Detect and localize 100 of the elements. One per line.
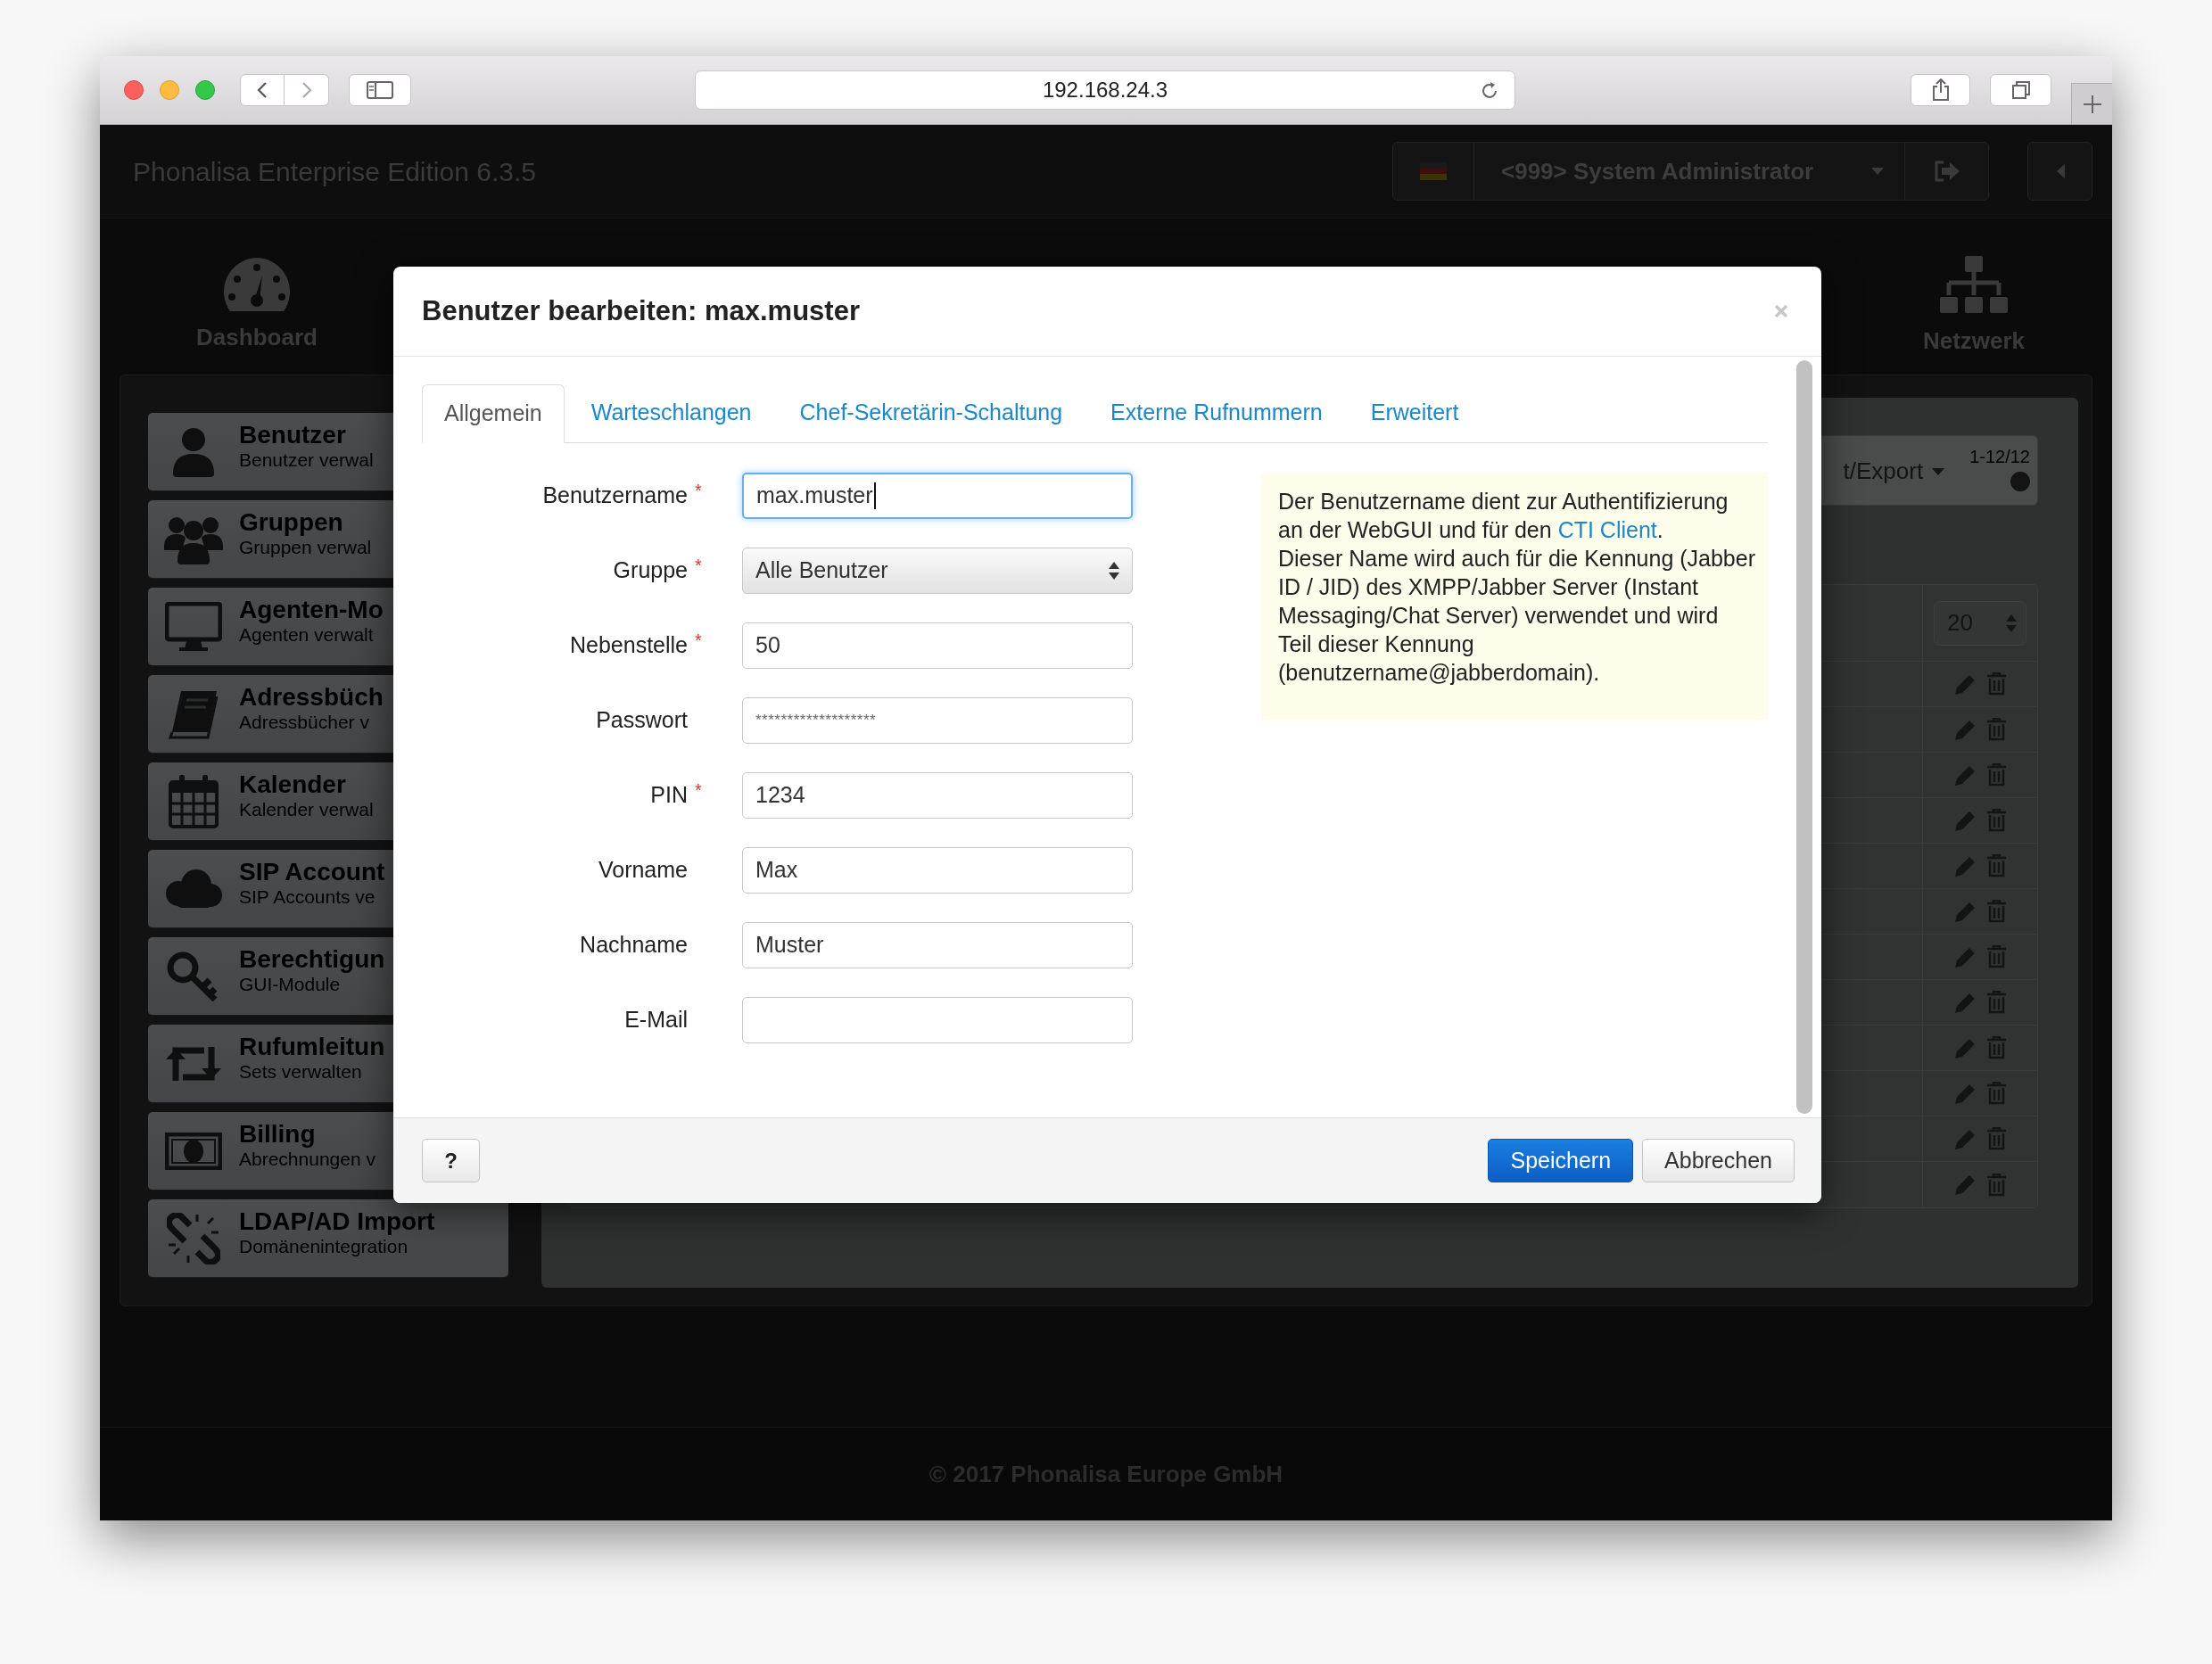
pencil-icon[interactable] xyxy=(1954,900,1977,923)
sidebar-item-subtitle: Sets verwalten xyxy=(239,1060,363,1082)
pencil-icon[interactable] xyxy=(1954,854,1977,877)
trash-icon[interactable] xyxy=(1987,1173,2006,1197)
trash-icon[interactable] xyxy=(1987,763,2006,787)
help-text: Der Benutzername dient zur Authentifizierung an der WebGUI und für den CTI Client. Dieser Name wird auch für die Kennung (Jabber ID / JID) des XMPP/Jabber Server (Instant Messaging/Chat Server) verwendet und wird Teil dieser Kennung (benutzername@jabberdomain). xyxy=(1278,488,1756,687)
minimize-button[interactable] xyxy=(160,80,179,100)
password-field[interactable]: ******************* xyxy=(742,697,1133,744)
collapse-button[interactable] xyxy=(2027,142,2092,201)
tabs-icon xyxy=(2010,80,2031,100)
required-mark: * xyxy=(695,779,703,803)
trash-icon[interactable] xyxy=(1987,854,2006,877)
close-button[interactable] xyxy=(124,80,144,100)
tab[interactable]: Allgemein xyxy=(422,384,565,443)
field-label: Nebenstelle xyxy=(569,631,688,660)
required-mark: * xyxy=(695,480,703,503)
pencil-icon[interactable] xyxy=(1954,672,1977,696)
pencil-icon[interactable] xyxy=(1954,1082,1977,1105)
tabs-button[interactable] xyxy=(1990,74,2051,106)
help-button[interactable]: ? xyxy=(422,1139,480,1182)
trash-icon[interactable] xyxy=(1987,945,2006,968)
cti-client-link[interactable]: CTI Client xyxy=(1557,517,1657,542)
input-field[interactable]: Muster xyxy=(742,922,1133,968)
pencil-icon[interactable] xyxy=(1954,718,1977,741)
updown-icon xyxy=(2006,613,2017,633)
trash-icon[interactable] xyxy=(1987,900,2006,923)
sidebar-item-subtitle: Agenten verwalt xyxy=(239,623,375,645)
sidebar-item-subtitle: Abrechnungen v xyxy=(239,1148,376,1169)
sidebar-toggle-button[interactable] xyxy=(349,74,411,106)
input-field[interactable]: max.muster xyxy=(742,473,1133,519)
select-field[interactable]: Alle Benutzer xyxy=(742,548,1133,594)
sidebar-item-title: LDAP/AD Import xyxy=(239,1208,435,1236)
tab[interactable]: Erweitert xyxy=(1349,383,1481,442)
trash-icon[interactable] xyxy=(1987,718,2006,741)
caret-icon xyxy=(1870,167,1885,176)
input-field[interactable]: 1234 xyxy=(742,772,1133,819)
input-field[interactable]: 50 xyxy=(742,622,1133,669)
sidebar-icon xyxy=(367,81,393,99)
calendar-icon xyxy=(169,775,219,828)
tab[interactable]: Externe Rufnummern xyxy=(1089,383,1344,442)
cloud-icon xyxy=(164,869,223,910)
back-button[interactable] xyxy=(240,74,285,106)
sidebar-item-subtitle: Adressbücher v xyxy=(239,711,370,732)
updown-icon xyxy=(1109,561,1119,581)
pencil-icon[interactable] xyxy=(1954,991,1977,1014)
pencil-icon[interactable] xyxy=(1954,1036,1977,1059)
close-icon xyxy=(1774,304,1788,318)
forward-icon xyxy=(301,81,312,99)
sidebar-item-title: Rufumleitun xyxy=(239,1034,385,1061)
required-mark: * xyxy=(695,630,703,653)
share-button[interactable] xyxy=(1911,74,1970,106)
sidebar-item-title: Gruppen xyxy=(239,509,344,537)
field-label: PIN xyxy=(650,781,688,810)
new-tab-button[interactable] xyxy=(2071,83,2112,124)
pencil-icon[interactable] xyxy=(1954,763,1977,787)
sidebar-item-title: Berechtigun xyxy=(239,946,385,974)
pencil-icon[interactable] xyxy=(1954,1127,1977,1150)
trash-icon[interactable] xyxy=(1987,809,2006,832)
trash-icon[interactable] xyxy=(1987,1036,2006,1059)
book-icon xyxy=(169,689,219,739)
sidebar-item-title: SIP Account xyxy=(239,859,385,886)
sidebar-item[interactable]: LDAP/AD Import Domänenintegration xyxy=(148,1199,508,1278)
pencil-icon[interactable] xyxy=(1954,1174,1977,1196)
required-mark: * xyxy=(695,555,703,578)
banknote-icon xyxy=(165,1133,222,1170)
trash-icon[interactable] xyxy=(1987,1127,2006,1150)
save-button[interactable]: Speichern xyxy=(1488,1139,1634,1182)
zoom-button[interactable] xyxy=(195,80,215,100)
dashboard-icon xyxy=(221,256,293,313)
field-label: Benutzername xyxy=(542,482,688,510)
sidebar-item-title: Billing xyxy=(239,1121,317,1149)
tab[interactable]: Warteschlangen xyxy=(569,383,773,442)
cancel-button[interactable]: Abbrechen xyxy=(1642,1139,1795,1182)
logout-button[interactable] xyxy=(1904,142,1989,201)
pencil-icon[interactable] xyxy=(1954,945,1977,968)
address-text[interactable]: 192.168.24.3 xyxy=(1042,74,1168,106)
tab[interactable]: Chef-Sekretärin-Schaltung xyxy=(778,383,1085,442)
sidebar-item-subtitle: Domänenintegration xyxy=(239,1235,409,1256)
pencil-icon[interactable] xyxy=(1954,809,1977,832)
sidebar-item-subtitle: Gruppen verwal xyxy=(239,536,372,557)
field-label: Passwort xyxy=(596,706,688,735)
input-field[interactable] xyxy=(742,997,1133,1043)
sidebar-item-title: Kalender xyxy=(239,771,347,799)
field-label: Gruppe xyxy=(613,556,688,585)
field-label: Nachname xyxy=(580,931,688,960)
language-button[interactable] xyxy=(1392,142,1474,201)
record-count: 1-12/12 xyxy=(1969,446,2030,468)
user-icon xyxy=(171,427,216,477)
trash-icon[interactable] xyxy=(1987,672,2006,696)
scrollbar-thumb[interactable] xyxy=(1796,360,1812,1114)
sidebar-item-subtitle: Kalender verwal xyxy=(239,798,374,820)
trash-icon[interactable] xyxy=(1987,1082,2006,1105)
field-label: Vorname xyxy=(598,856,688,885)
export-dropdown[interactable]: t/Export xyxy=(1843,454,1945,489)
broken-link-icon xyxy=(167,1213,220,1264)
trash-icon[interactable] xyxy=(1987,991,2006,1014)
input-field[interactable]: Max xyxy=(742,847,1133,894)
caret-icon xyxy=(1932,467,1945,475)
back-icon xyxy=(257,81,268,99)
sidebar-item-subtitle: SIP Accounts ve xyxy=(239,886,376,907)
